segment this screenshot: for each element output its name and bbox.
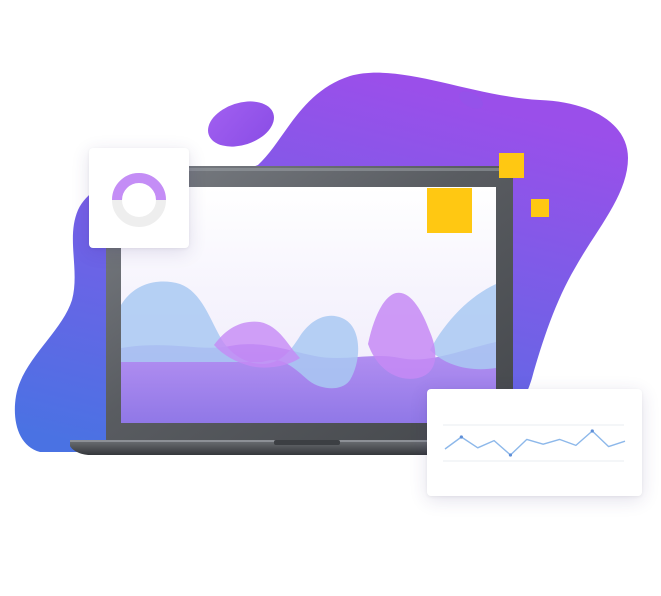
sparkline-line <box>444 430 626 456</box>
small-blob-left <box>208 101 274 147</box>
sparkline-card <box>427 389 642 496</box>
sparkline-point <box>459 435 463 439</box>
sparkline-chart <box>443 424 626 462</box>
accent-square-small <box>531 199 549 217</box>
laptop-base <box>70 440 440 455</box>
donut-chart <box>112 173 166 227</box>
accent-square-large <box>427 188 472 233</box>
hero-illustration <box>14 72 629 455</box>
accent-square-top <box>499 153 524 178</box>
sparkline-point <box>508 453 513 457</box>
laptop-notch <box>274 440 340 445</box>
illustration-scene <box>0 0 661 591</box>
donut-card <box>89 148 189 248</box>
donut-progress-arc <box>112 173 166 201</box>
sparkline-point <box>590 429 594 433</box>
